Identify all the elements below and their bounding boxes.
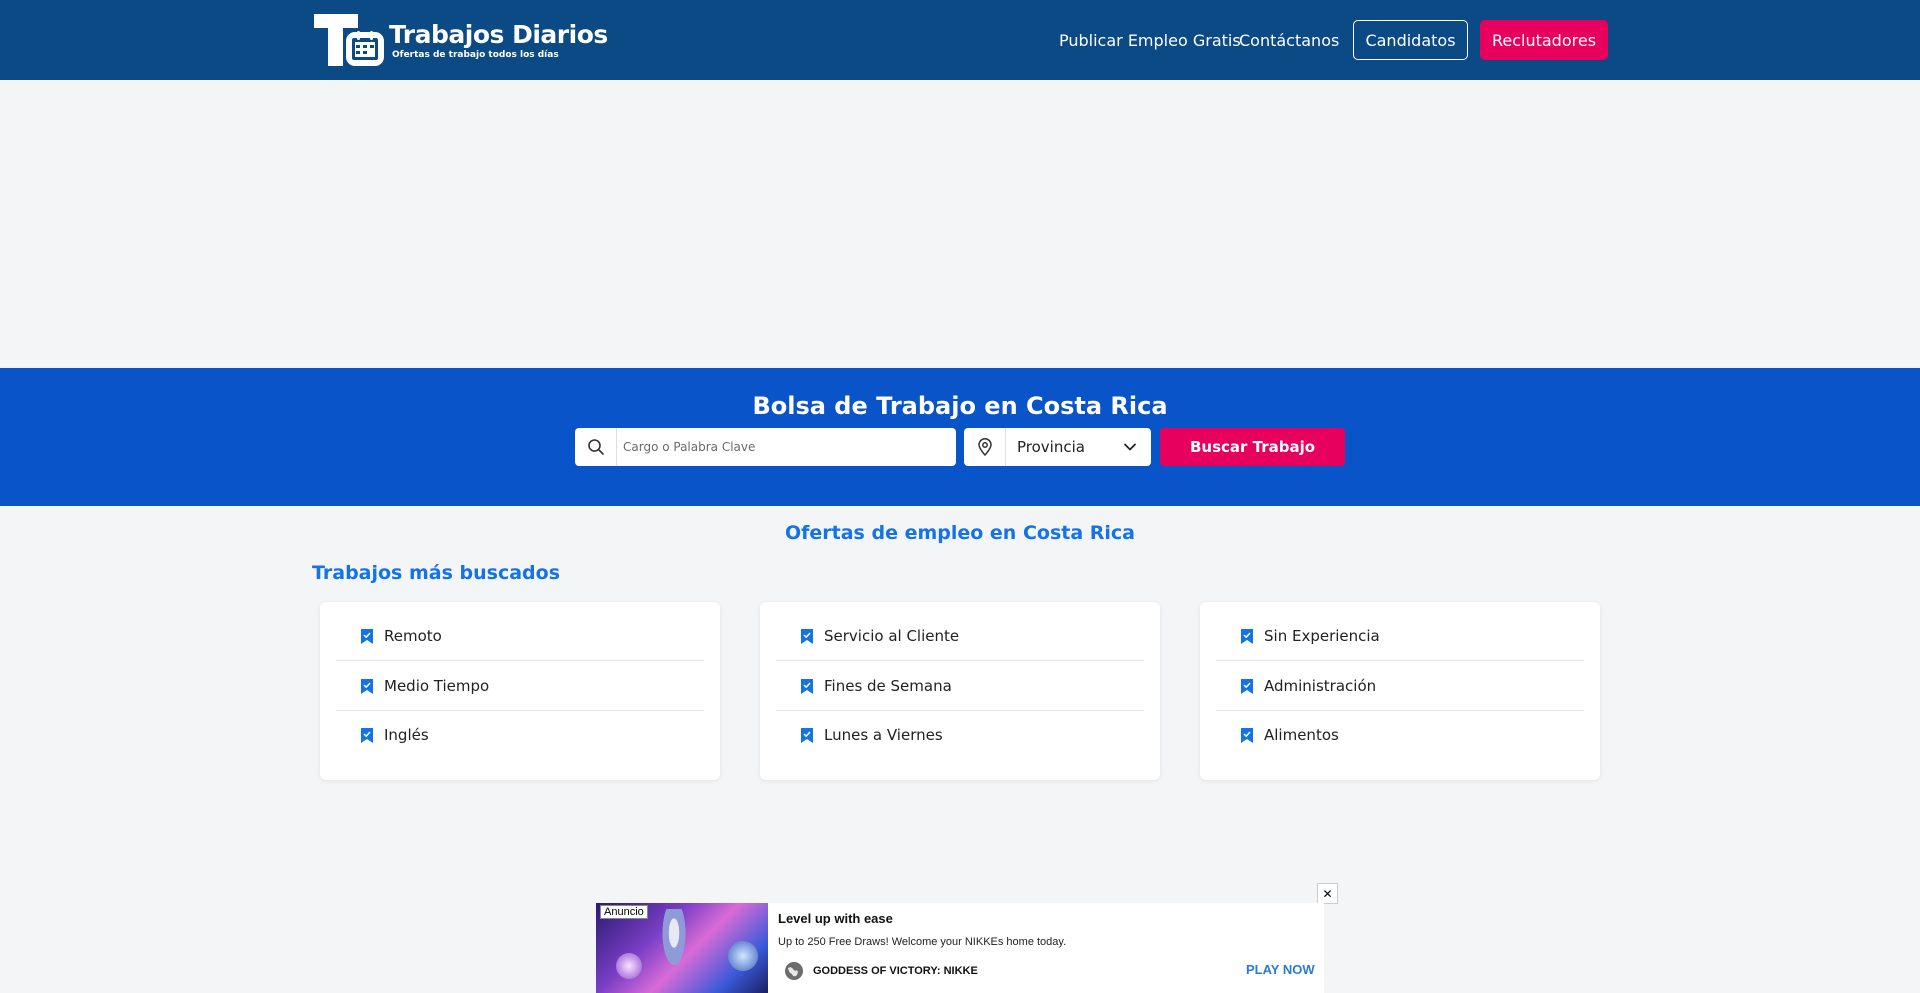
ad-image-decoration <box>728 941 758 971</box>
job-category-label: Alimentos <box>1264 726 1339 744</box>
keyword-search-field[interactable] <box>575 428 956 466</box>
popular-jobs-card: Servicio al Cliente Fines de Semana Lune… <box>760 602 1160 780</box>
ad-image-decoration <box>616 953 642 979</box>
page-title: Bolsa de Trabajo en Costa Rica <box>752 392 1168 420</box>
job-category-link[interactable]: Medio Tiempo <box>336 662 704 711</box>
brand-tagline: Ofertas de trabajo todos los días <box>392 50 559 60</box>
close-icon: ✕ <box>1322 886 1333 901</box>
bookmark-check-icon <box>1241 629 1253 644</box>
job-category-label: Remoto <box>384 627 442 645</box>
bookmark-check-icon <box>801 728 813 743</box>
search-icon <box>575 428 617 466</box>
location-pin-icon <box>964 428 1006 466</box>
job-category-label: Administración <box>1264 677 1377 695</box>
nav-link-label: Contáctanos <box>1239 30 1340 50</box>
job-category-link[interactable]: Inglés <box>336 711 704 760</box>
site-header: Trabajos Diarios Ofertas de trabajo todo… <box>0 0 1920 80</box>
bookmark-check-icon <box>1241 728 1253 743</box>
job-category-link[interactable]: Administración <box>1216 662 1584 711</box>
bookmark-check-icon <box>801 629 813 644</box>
nav-link-publicar[interactable]: Publicar Empleo Gratis <box>1059 20 1241 60</box>
bookmark-check-icon <box>361 629 373 644</box>
chevron-down-icon <box>1124 443 1136 451</box>
ad-image[interactable]: Anuncio <box>596 903 768 993</box>
search-input[interactable] <box>623 428 948 466</box>
logo-mark-icon <box>314 14 384 66</box>
nav-link-contacto[interactable]: Contáctanos <box>1239 20 1339 60</box>
reclutadores-button[interactable]: Reclutadores <box>1480 20 1608 60</box>
job-category-link[interactable]: Sin Experiencia <box>1216 612 1584 661</box>
ad-banner[interactable]: Anuncio Level up with ease Up to 250 Fre… <box>596 903 1324 993</box>
province-select[interactable]: Provincia <box>964 428 1151 466</box>
ad-headline[interactable]: Level up with ease <box>778 911 893 926</box>
job-category-label: Fines de Semana <box>824 677 952 695</box>
bookmark-check-icon <box>361 728 373 743</box>
ad-label: Anuncio <box>600 905 648 919</box>
job-category-label: Inglés <box>384 726 429 744</box>
ad-close-button[interactable]: ✕ <box>1317 883 1338 904</box>
brand-name: Trabajos Diarios <box>389 20 608 49</box>
buscar-trabajo-button[interactable]: Buscar Trabajo <box>1160 428 1345 466</box>
globe-icon <box>785 962 803 980</box>
site-logo[interactable]: Trabajos Diarios Ofertas de trabajo todo… <box>312 12 608 68</box>
job-category-link[interactable]: Fines de Semana <box>776 662 1144 711</box>
popular-jobs-card: Remoto Medio Tiempo Inglés <box>320 602 720 780</box>
bookmark-check-icon <box>1241 679 1253 694</box>
job-category-label: Medio Tiempo <box>384 677 490 695</box>
ad-advertiser: GODDESS OF VICTORY: NIKKE <box>813 965 978 977</box>
job-category-label: Sin Experiencia <box>1264 627 1380 645</box>
bookmark-check-icon <box>361 679 373 694</box>
bookmark-check-icon <box>801 679 813 694</box>
job-category-label: Lunes a Viernes <box>824 726 943 744</box>
section-title: Ofertas de empleo en Costa Rica <box>784 522 1136 544</box>
popular-jobs-card: Sin Experiencia Administración Alimentos <box>1200 602 1600 780</box>
job-category-label: Servicio al Cliente <box>824 627 960 645</box>
popular-jobs-title: Trabajos más buscados <box>312 562 561 584</box>
job-category-link[interactable]: Lunes a Viernes <box>776 711 1144 760</box>
job-category-link[interactable]: Servicio al Cliente <box>776 612 1144 661</box>
ad-body: Up to 250 Free Draws! Welcome your NIKKE… <box>778 936 1067 948</box>
search-hero: Bolsa de Trabajo en Costa Rica Provincia… <box>0 368 1920 506</box>
ad-play-now-button[interactable]: PLAY NOW <box>1246 962 1315 977</box>
ad-image-figure <box>654 909 694 989</box>
job-category-link[interactable]: Alimentos <box>1216 711 1584 760</box>
candidatos-button[interactable]: Candidatos <box>1353 20 1468 60</box>
province-selected-value: Provincia <box>1017 438 1085 456</box>
job-category-link[interactable]: Remoto <box>336 612 704 661</box>
nav-link-label: Publicar Empleo Gratis <box>1059 30 1241 50</box>
